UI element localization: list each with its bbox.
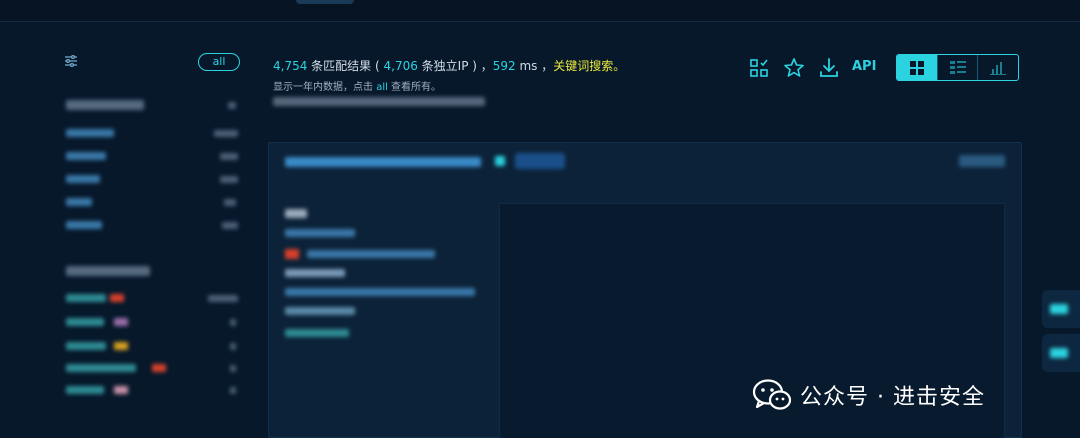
search-type: 关键词搜索。 bbox=[553, 59, 626, 73]
sidebar-group-header bbox=[66, 100, 144, 110]
chart-view-icon bbox=[990, 61, 1007, 75]
hint-prefix: 显示一年内数据，点击 bbox=[273, 82, 377, 93]
sidebar-count bbox=[208, 295, 238, 302]
watermark-text: 公众号 · 进击安全 bbox=[800, 385, 985, 410]
sidebar-item[interactable] bbox=[66, 294, 106, 302]
view-mode-toggle bbox=[896, 54, 1019, 81]
hint-suffix: 查看所有。 bbox=[387, 82, 442, 93]
star-icon[interactable] bbox=[783, 57, 805, 79]
api-link[interactable]: API bbox=[852, 59, 876, 74]
sidebar-count bbox=[230, 343, 236, 350]
sidebar-count bbox=[220, 176, 238, 183]
watermark: 公众号 · 进击安全 bbox=[752, 378, 985, 412]
sidebar-count bbox=[222, 222, 238, 229]
sidebar-count bbox=[228, 102, 236, 109]
flag-icon bbox=[114, 318, 128, 326]
side-action-button[interactable] bbox=[1042, 290, 1080, 328]
query-time-label: ms ， bbox=[515, 59, 554, 73]
filter-icon[interactable] bbox=[64, 54, 78, 68]
sidebar-count bbox=[230, 387, 236, 394]
sidebar-count bbox=[230, 365, 236, 372]
ip-count: 4,706 bbox=[383, 59, 418, 73]
wechat-icon bbox=[752, 379, 792, 410]
chart-view-button[interactable] bbox=[977, 55, 1018, 80]
sidebar-count bbox=[230, 319, 236, 326]
list-view-button[interactable] bbox=[936, 55, 978, 80]
flag-icon bbox=[152, 364, 166, 372]
compare-icon[interactable] bbox=[748, 57, 770, 79]
sidebar-item[interactable] bbox=[66, 129, 114, 137]
side-action-button[interactable] bbox=[1042, 334, 1080, 372]
match-label: 条匹配结果 ( bbox=[307, 59, 384, 73]
ip-label: 条独立IP ) ， bbox=[417, 59, 493, 73]
sidebar-count bbox=[220, 153, 238, 160]
sidebar-item[interactable] bbox=[66, 175, 100, 183]
obscured-subheader bbox=[273, 97, 485, 106]
show-all-link[interactable]: all bbox=[376, 82, 388, 93]
query-time: 592 bbox=[492, 59, 516, 73]
sidebar-item[interactable] bbox=[66, 152, 106, 160]
grid-view-icon bbox=[909, 60, 924, 75]
sidebar-item[interactable] bbox=[66, 342, 106, 350]
sidebar-group-header bbox=[66, 266, 150, 276]
sidebar-item[interactable] bbox=[66, 386, 104, 394]
download-icon[interactable] bbox=[818, 57, 840, 79]
sidebar-item[interactable] bbox=[66, 318, 104, 326]
sidebar-count bbox=[214, 130, 238, 137]
grid-view-button[interactable] bbox=[897, 55, 937, 80]
result-summary: 4,754 条匹配结果 ( 4,706 条独立IP ) ，592 ms ，关键词… bbox=[273, 57, 625, 74]
sidebar-item[interactable] bbox=[66, 198, 92, 206]
top-bar-tab[interactable] bbox=[296, 0, 354, 4]
flag-icon bbox=[110, 294, 124, 302]
sidebar-item[interactable] bbox=[66, 221, 102, 229]
data-range-hint: 显示一年内数据，点击 all 查看所有。 bbox=[273, 78, 441, 93]
list-view-icon bbox=[949, 60, 966, 74]
all-filter-button[interactable]: all bbox=[198, 53, 240, 71]
flag-icon bbox=[114, 386, 128, 394]
sidebar-item[interactable] bbox=[66, 364, 136, 372]
flag-icon bbox=[114, 342, 128, 350]
top-bar bbox=[0, 0, 1080, 22]
match-count: 4,754 bbox=[273, 59, 308, 73]
sidebar-count bbox=[224, 199, 236, 206]
